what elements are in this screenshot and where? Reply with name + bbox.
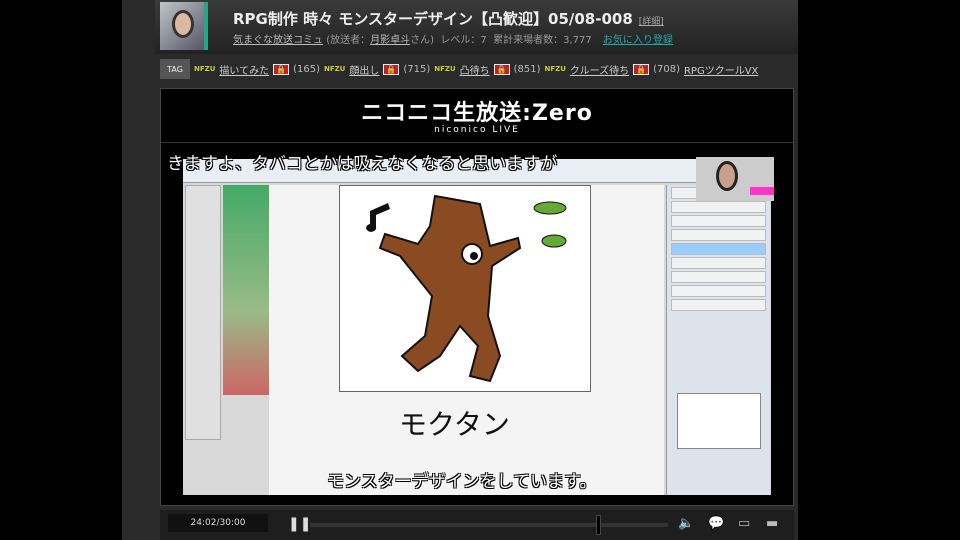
broadcaster-link[interactable]: 月影卓斗 (370, 35, 410, 46)
tag-badge: NFZU (323, 65, 346, 73)
seek-handle[interactable] (596, 515, 602, 535)
player-controls: 24:02/30:00 ❚❚ 🔈 💬 ▭ ▬ (160, 510, 794, 540)
pause-button[interactable]: ❚❚ (288, 516, 311, 532)
video-player[interactable]: ニコニコ生放送:Zero niconico LIVE モクタン きますよ、タバコと… (160, 88, 794, 506)
broadcaster-avatar[interactable] (160, 2, 208, 50)
tag-badge: NFZU (434, 65, 456, 73)
lock-icon: 🔒 (383, 63, 400, 75)
seek-bar[interactable] (310, 515, 668, 535)
lock-icon: 🔒 (273, 63, 290, 75)
favorite-link[interactable]: お気に入り登録 (603, 35, 673, 46)
tag-bar: TAG NFZU 描いてみた 🔒 (165) NFZU 顔出し 🔒 (715) NFZU 凸待… (160, 58, 758, 80)
reference-image (223, 185, 269, 395)
community-link[interactable]: 気まぐな放送コミュ (233, 35, 323, 46)
layer-panel (666, 185, 770, 495)
video-frame: モクタン (183, 159, 771, 495)
tag-count: (165) (293, 63, 320, 75)
comment-bottom: モンスターデザインをしています。 (327, 472, 597, 492)
tag-badge: NFZU (544, 65, 566, 73)
broadcaster-prefix: (放送者： (326, 35, 371, 46)
tag-link[interactable]: 凸待ち (460, 62, 490, 77)
fullscreen-icon[interactable]: ▬ (766, 516, 778, 531)
screen-mode-icon[interactable]: ▭ (738, 516, 750, 531)
tag-link[interactable]: 顔出し (349, 62, 379, 77)
lock-icon: 🔒 (633, 63, 650, 75)
volume-icon[interactable]: 🔈 (678, 516, 694, 531)
niconico-logo: ニコニコ生放送:Zero niconico LIVE (161, 89, 793, 143)
character-name: モクタン (399, 408, 510, 441)
logo-sub: niconico LIVE (434, 125, 520, 135)
title-text: RPG制作 時々 モンスターデザイン【凸歓迎】05/08-008 (233, 10, 633, 28)
drawing-canvas-area: モクタン (269, 185, 664, 495)
stream-title: RPG制作 時々 モンスターデザイン【凸歓迎】05/08-008 [詳細] (233, 8, 664, 29)
stream-info: 気まぐな放送コミュ (放送者：月影卓斗さん) レベル：7 累計来場者数：3,77… (233, 31, 673, 46)
level: レベル：7 (440, 35, 487, 46)
comment-toggle-icon[interactable]: 💬 (708, 516, 724, 531)
lock-icon: 🔒 (493, 63, 510, 75)
tag-badge: NFZU (194, 65, 216, 73)
tag-link[interactable]: 描いてみた (219, 62, 269, 77)
visitor-count: 累計来場者数：3,777 (493, 35, 592, 46)
webcam-overlay (696, 157, 774, 201)
tag-count: (851) (513, 63, 541, 75)
logo-text: ニコニコ生放送:Zero (361, 101, 593, 126)
tag-link[interactable]: RPGツクールVX (684, 62, 758, 77)
tag-count: (715) (403, 63, 431, 75)
tag-count: (708) (653, 63, 680, 75)
tool-palette (185, 185, 221, 440)
tag-link[interactable]: クルーズ待ち (570, 62, 629, 77)
detail-link[interactable]: [詳細] (639, 17, 664, 27)
broadcaster-suffix: さん) (410, 35, 434, 46)
time-display: 24:02/30:00 (168, 514, 268, 532)
monster-illustration (339, 185, 591, 392)
tag-icon: TAG (160, 59, 190, 79)
comment-top: きますよ、タバコとかは吸えなくなると思いますが (167, 154, 558, 174)
navigator-thumbnail (677, 393, 761, 449)
